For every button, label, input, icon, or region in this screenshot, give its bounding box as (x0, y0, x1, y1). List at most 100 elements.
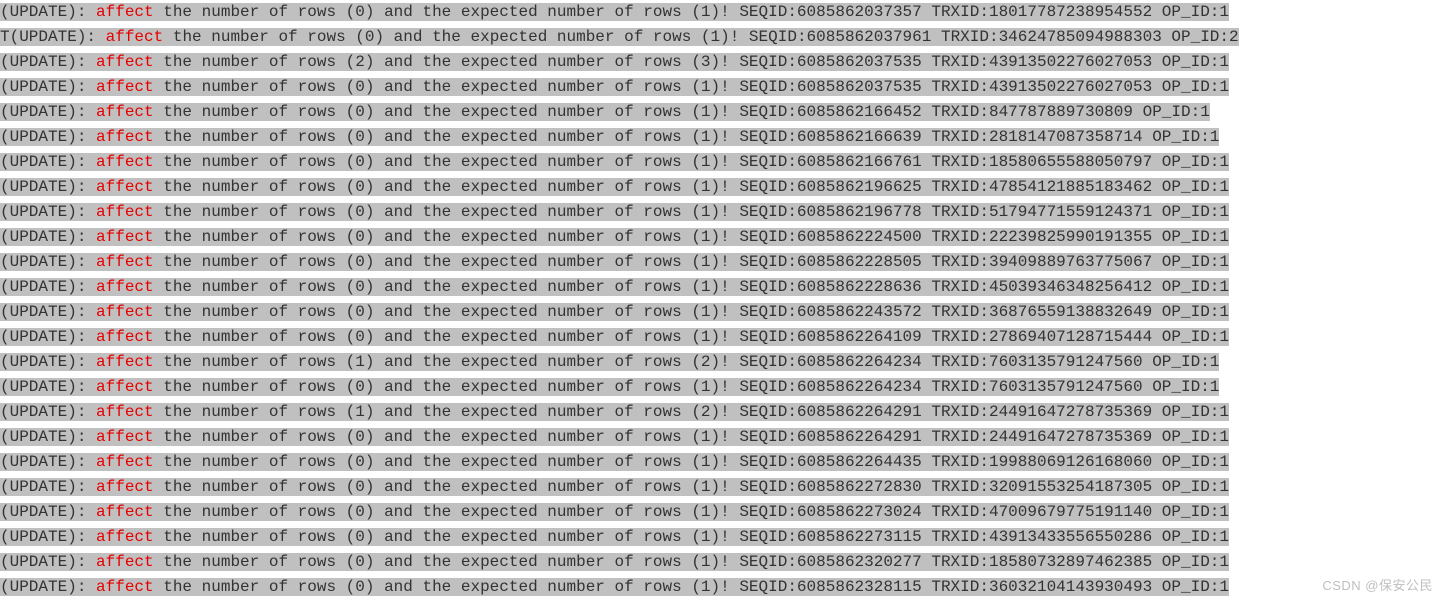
log-line-content: (UPDATE): affect the number of rows (0) … (0, 503, 1229, 521)
log-keyword: affect (96, 178, 154, 196)
log-line: (UPDATE): affect the number of rows (0) … (0, 75, 1443, 100)
log-prefix: (UPDATE): (0, 578, 96, 596)
log-keyword: affect (96, 3, 154, 21)
log-keyword: affect (96, 378, 154, 396)
log-line-content: (UPDATE): affect the number of rows (0) … (0, 128, 1219, 146)
log-message: the number of rows (0) and the expected … (154, 78, 1229, 96)
log-line: (UPDATE): affect the number of rows (2) … (0, 50, 1443, 75)
log-message: the number of rows (1) and the expected … (154, 353, 1220, 371)
log-line: (UPDATE): affect the number of rows (0) … (0, 100, 1443, 125)
log-keyword: affect (96, 203, 154, 221)
log-line-content: (UPDATE): affect the number of rows (0) … (0, 278, 1229, 296)
log-keyword: affect (96, 253, 154, 271)
log-prefix: (UPDATE): (0, 253, 96, 271)
log-prefix: (UPDATE): (0, 278, 96, 296)
log-line-content: (UPDATE): affect the number of rows (0) … (0, 203, 1229, 221)
log-prefix: (UPDATE): (0, 178, 96, 196)
log-prefix: (UPDATE): (0, 303, 96, 321)
log-line-content: (UPDATE): affect the number of rows (0) … (0, 578, 1229, 596)
log-line: (UPDATE): affect the number of rows (0) … (0, 125, 1443, 150)
log-message: the number of rows (0) and the expected … (154, 178, 1229, 196)
log-line: (UPDATE): affect the number of rows (0) … (0, 200, 1443, 225)
log-message: the number of rows (1) and the expected … (154, 403, 1229, 421)
log-line: T(UPDATE): affect the number of rows (0)… (0, 25, 1443, 50)
log-message: the number of rows (0) and the expected … (154, 228, 1229, 246)
log-keyword: affect (96, 453, 154, 471)
log-line: (UPDATE): affect the number of rows (0) … (0, 325, 1443, 350)
log-line-content: (UPDATE): affect the number of rows (1) … (0, 403, 1229, 421)
log-line-content: (UPDATE): affect the number of rows (0) … (0, 453, 1229, 471)
log-keyword: affect (96, 228, 154, 246)
log-line: (UPDATE): affect the number of rows (0) … (0, 175, 1443, 200)
log-keyword: affect (96, 153, 154, 171)
log-prefix: (UPDATE): (0, 528, 96, 546)
log-message: the number of rows (0) and the expected … (154, 578, 1229, 596)
log-keyword: affect (106, 28, 164, 46)
log-prefix: (UPDATE): (0, 153, 96, 171)
log-prefix: (UPDATE): (0, 228, 96, 246)
log-line-content: T(UPDATE): affect the number of rows (0)… (0, 28, 1239, 46)
log-line-content: (UPDATE): affect the number of rows (0) … (0, 303, 1229, 321)
log-line: (UPDATE): affect the number of rows (0) … (0, 275, 1443, 300)
log-line: (UPDATE): affect the number of rows (0) … (0, 150, 1443, 175)
log-prefix: (UPDATE): (0, 353, 96, 371)
log-keyword: affect (96, 53, 154, 71)
log-message: the number of rows (2) and the expected … (154, 53, 1229, 71)
log-prefix: (UPDATE): (0, 378, 96, 396)
log-line-content: (UPDATE): affect the number of rows (0) … (0, 478, 1229, 496)
log-prefix: (UPDATE): (0, 553, 96, 571)
log-line-content: (UPDATE): affect the number of rows (1) … (0, 353, 1219, 371)
log-prefix: (UPDATE): (0, 453, 96, 471)
log-line: (UPDATE): affect the number of rows (0) … (0, 450, 1443, 475)
log-message: the number of rows (0) and the expected … (154, 128, 1220, 146)
log-prefix: (UPDATE): (0, 3, 96, 21)
log-prefix: (UPDATE): (0, 428, 96, 446)
log-message: the number of rows (0) and the expected … (154, 203, 1229, 221)
log-line: (UPDATE): affect the number of rows (0) … (0, 525, 1443, 550)
log-line: (UPDATE): affect the number of rows (0) … (0, 0, 1443, 25)
log-line: (UPDATE): affect the number of rows (0) … (0, 375, 1443, 400)
log-line-content: (UPDATE): affect the number of rows (0) … (0, 153, 1229, 171)
log-line-content: (UPDATE): affect the number of rows (0) … (0, 328, 1229, 346)
log-keyword: affect (96, 128, 154, 146)
log-keyword: affect (96, 78, 154, 96)
log-prefix: (UPDATE): (0, 503, 96, 521)
log-line-content: (UPDATE): affect the number of rows (0) … (0, 178, 1229, 196)
log-line-content: (UPDATE): affect the number of rows (0) … (0, 528, 1229, 546)
log-line-content: (UPDATE): affect the number of rows (0) … (0, 378, 1219, 396)
log-message: the number of rows (0) and the expected … (154, 503, 1229, 521)
log-keyword: affect (96, 428, 154, 446)
log-message: the number of rows (0) and the expected … (154, 103, 1210, 121)
log-viewer[interactable]: (UPDATE): affect the number of rows (0) … (0, 0, 1443, 600)
log-message: the number of rows (0) and the expected … (163, 28, 1238, 46)
log-keyword: affect (96, 403, 154, 421)
log-line-content: (UPDATE): affect the number of rows (0) … (0, 78, 1229, 96)
log-line: (UPDATE): affect the number of rows (0) … (0, 475, 1443, 500)
log-prefix: (UPDATE): (0, 103, 96, 121)
log-message: the number of rows (0) and the expected … (154, 253, 1229, 271)
log-line-content: (UPDATE): affect the number of rows (0) … (0, 3, 1229, 21)
log-keyword: affect (96, 278, 154, 296)
log-message: the number of rows (0) and the expected … (154, 453, 1229, 471)
log-keyword: affect (96, 303, 154, 321)
log-line-content: (UPDATE): affect the number of rows (0) … (0, 228, 1229, 246)
log-prefix: (UPDATE): (0, 203, 96, 221)
log-message: the number of rows (0) and the expected … (154, 3, 1229, 21)
watermark-text: CSDN @保安公民 (1322, 575, 1433, 594)
log-line-content: (UPDATE): affect the number of rows (0) … (0, 103, 1210, 121)
log-prefix: (UPDATE): (0, 328, 96, 346)
log-line: (UPDATE): affect the number of rows (0) … (0, 500, 1443, 525)
log-line: (UPDATE): affect the number of rows (0) … (0, 225, 1443, 250)
log-message: the number of rows (0) and the expected … (154, 553, 1229, 571)
log-line-content: (UPDATE): affect the number of rows (0) … (0, 553, 1229, 571)
log-line: (UPDATE): affect the number of rows (0) … (0, 300, 1443, 325)
log-message: the number of rows (0) and the expected … (154, 428, 1229, 446)
log-line: (UPDATE): affect the number of rows (0) … (0, 250, 1443, 275)
log-prefix: (UPDATE): (0, 403, 96, 421)
log-keyword: affect (96, 528, 154, 546)
log-prefix: (UPDATE): (0, 478, 96, 496)
log-keyword: affect (96, 553, 154, 571)
log-message: the number of rows (0) and the expected … (154, 378, 1220, 396)
log-message: the number of rows (0) and the expected … (154, 478, 1229, 496)
log-prefix: (UPDATE): (0, 78, 96, 96)
